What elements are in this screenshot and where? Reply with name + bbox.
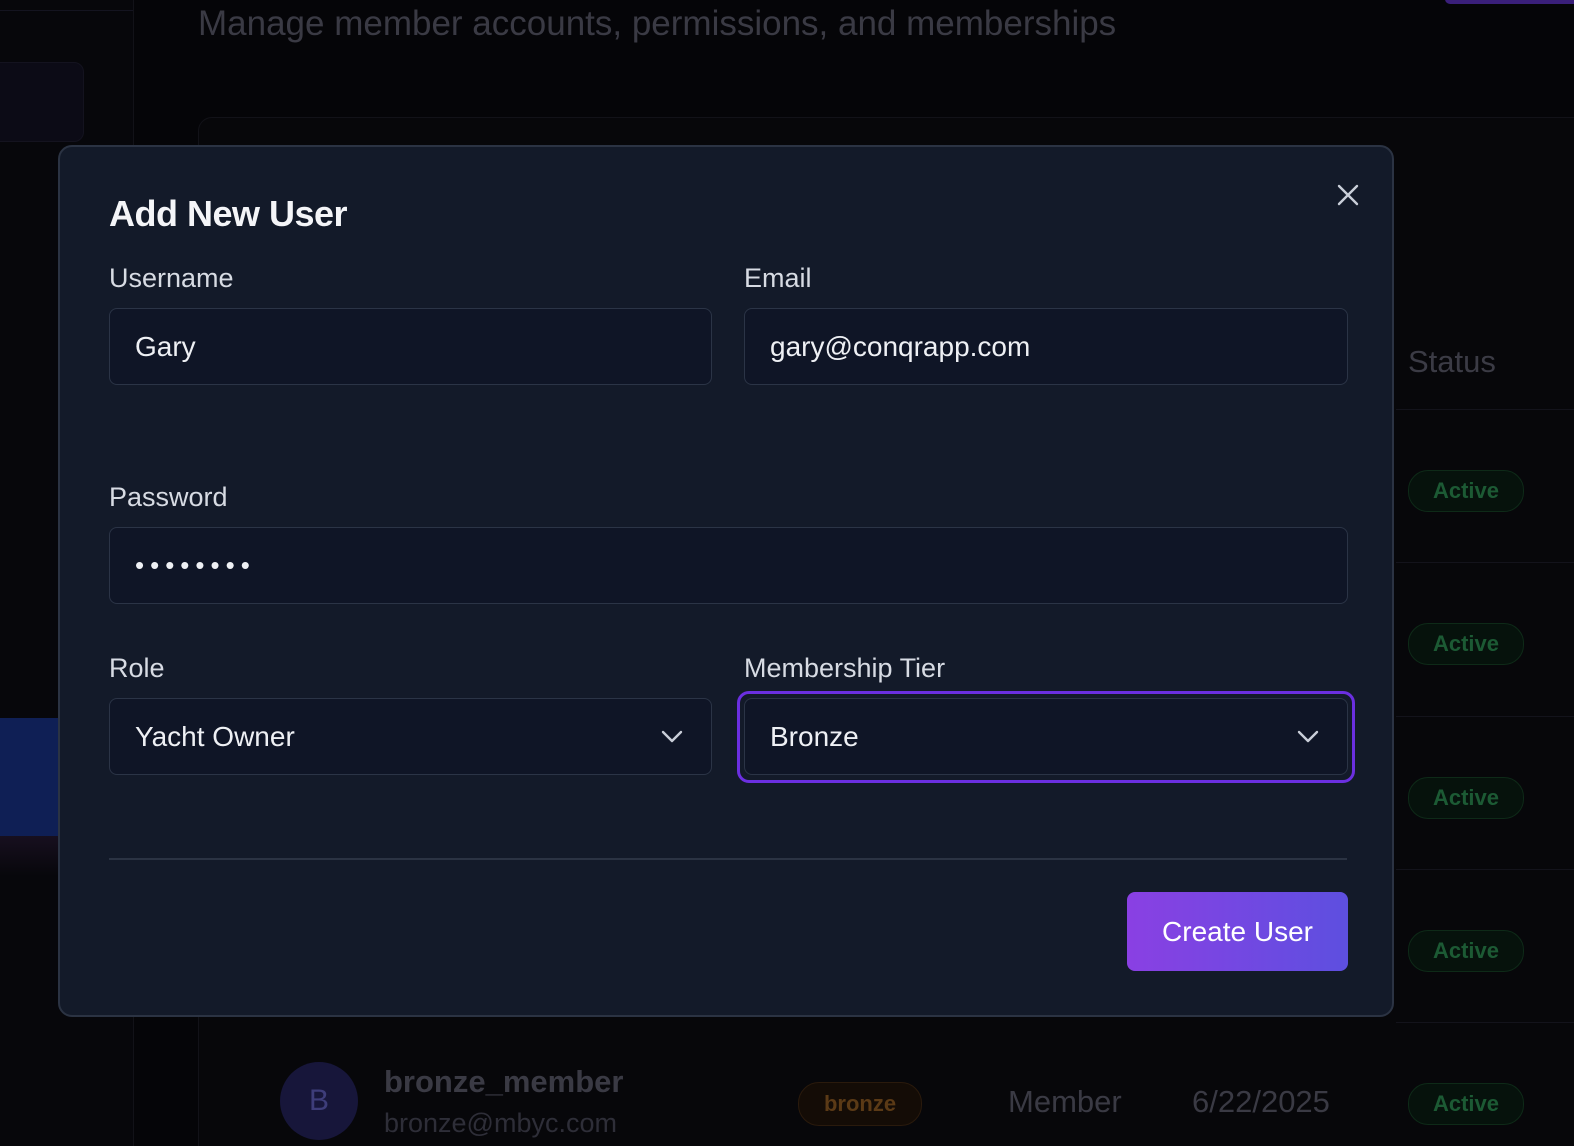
table-row-role: Member — [1008, 1084, 1122, 1119]
email-value: gary@conqrapp.com — [770, 330, 1031, 362]
username-value: Gary — [135, 330, 196, 362]
sidebar-divider — [0, 10, 133, 11]
status-badge: Active — [1408, 623, 1524, 665]
table-row-divider — [1396, 716, 1574, 717]
add-user-dialog: Add New User Username Gary Email gary@co… — [58, 145, 1394, 1017]
role-value: Yacht Owner — [135, 720, 295, 752]
table-row-divider — [1396, 869, 1574, 870]
username-label: Username — [109, 263, 234, 293]
table-row-divider — [1396, 409, 1574, 410]
role-label: Role — [109, 653, 165, 683]
dialog-title: Add New User — [109, 193, 348, 234]
page: Manage member accounts, permissions, and… — [0, 0, 1574, 1146]
table-row-date: 6/22/2025 — [1192, 1084, 1330, 1119]
chevron-down-icon — [661, 730, 683, 742]
chevron-down-icon — [1297, 730, 1319, 742]
membership-tier-select[interactable]: Bronze — [744, 698, 1348, 775]
membership-tier-value: Bronze — [770, 720, 859, 752]
status-column-header[interactable]: Status — [1408, 344, 1496, 380]
table-row-divider — [1396, 562, 1574, 563]
status-badge: Active — [1408, 1083, 1524, 1125]
password-label: Password — [109, 482, 228, 512]
table-row-username: bronze_member — [384, 1064, 624, 1099]
sidebar-logo-box[interactable] — [0, 62, 84, 142]
status-badge: Active — [1408, 470, 1524, 512]
table-row-email: bronze@mbyc.com — [384, 1108, 617, 1138]
header-action-button[interactable] — [1445, 0, 1574, 4]
membership-tier-label: Membership Tier — [744, 653, 946, 683]
page-subtitle: Manage member accounts, permissions, and… — [198, 4, 1117, 43]
status-badge: Active — [1408, 777, 1524, 819]
tier-badge: bronze — [798, 1082, 922, 1126]
email-input[interactable]: gary@conqrapp.com — [744, 308, 1348, 385]
create-user-button[interactable]: Create User — [1127, 892, 1348, 971]
role-select[interactable]: Yacht Owner — [109, 698, 712, 775]
table-row-divider — [1396, 1022, 1574, 1023]
password-input[interactable]: •••••••• — [109, 527, 1348, 604]
username-input[interactable]: Gary — [109, 308, 712, 385]
avatar: B — [280, 1062, 358, 1140]
password-value: •••••••• — [135, 550, 256, 580]
close-button[interactable] — [1330, 177, 1366, 213]
dialog-divider — [109, 858, 1347, 860]
close-icon — [1337, 184, 1359, 206]
email-label: Email — [744, 263, 812, 293]
sidebar-glow — [0, 836, 58, 876]
sidebar-active-item[interactable] — [0, 718, 58, 836]
status-badge: Active — [1408, 930, 1524, 972]
